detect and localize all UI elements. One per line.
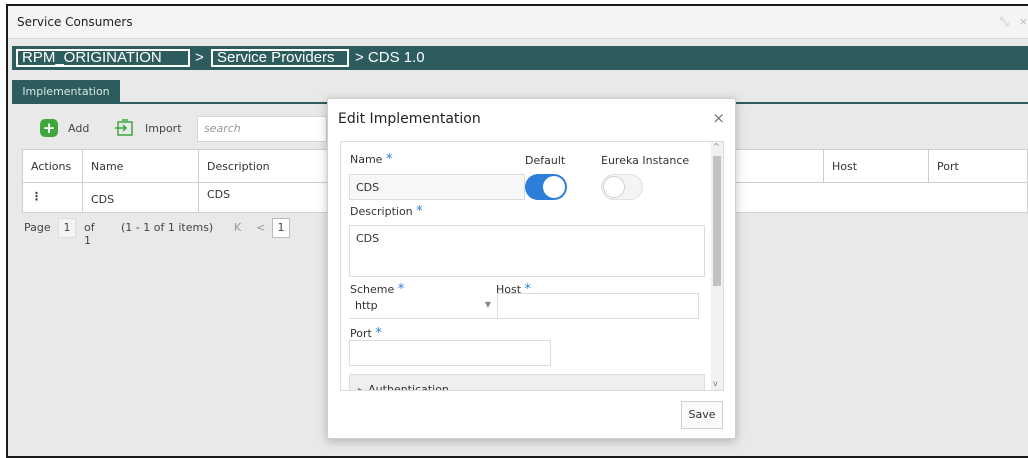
dialog-title: Edit Implementation [338, 111, 481, 127]
scroll-up-icon[interactable]: ^ [713, 142, 720, 151]
authentication-section[interactable]: ▶ Authentication [349, 374, 705, 391]
breadcrumb-current: > CDS 1.0 [355, 49, 425, 66]
first-page-icon[interactable]: K [234, 221, 241, 234]
eureka-instance-label: Eureka Instance [601, 154, 690, 167]
host-field[interactable] [497, 293, 699, 319]
scheme-select[interactable]: http ▼ [349, 293, 497, 319]
import-icon [115, 119, 133, 136]
scheme-value: http [355, 299, 378, 312]
add-button[interactable]: + Add [40, 119, 89, 137]
caret-right-icon: ▶ [358, 386, 365, 391]
breadcrumb: RPM_ORIGINATION > Service Providers > CD… [12, 46, 1028, 70]
import-label: Import [145, 121, 182, 135]
service-consumers-window: Service Consumers ⤡ × RPM_ORIGINATION > S… [6, 4, 1028, 458]
window-title: Service Consumers [17, 15, 133, 29]
description-label: Description * [350, 204, 423, 219]
description-field[interactable]: CDS [349, 225, 705, 277]
breadcrumb-root[interactable]: RPM_ORIGINATION [16, 49, 190, 67]
name-field[interactable]: CDS [349, 174, 525, 200]
breadcrumb-separator: > [195, 49, 204, 66]
edit-implementation-dialog: Edit Implementation × Name * CDS Default… [327, 98, 736, 439]
plus-icon: + [40, 119, 58, 137]
page-button-1[interactable]: 1 [272, 218, 290, 238]
page-number-input[interactable]: 1 [58, 218, 76, 238]
add-label: Add [68, 121, 90, 135]
close-icon[interactable]: × [1019, 15, 1028, 28]
window-controls: ⤡ × [1000, 15, 1028, 29]
dialog-body: Name * CDS Default Eureka Instance Descr… [340, 141, 724, 391]
name-label: Name * [350, 152, 393, 167]
port-label: Port * [350, 326, 382, 341]
column-header-host[interactable]: Host [823, 150, 929, 182]
page-label: Page [24, 221, 51, 234]
minimize-icon[interactable]: ⤡ [1000, 15, 1009, 28]
page-range: (1 - 1 of 1 items) [121, 221, 214, 234]
tab-implementation[interactable]: Implementation [12, 80, 120, 104]
toggle-knob [543, 176, 565, 198]
row-actions-menu[interactable]: ⋮ [23, 183, 83, 212]
port-field[interactable] [349, 340, 551, 366]
scrollbar-thumb[interactable] [713, 156, 721, 286]
default-label: Default [525, 154, 566, 167]
authentication-label: Authentication [368, 383, 449, 391]
prev-page-icon[interactable]: < [256, 221, 265, 234]
window-titlebar: Service Consumers ⤡ × [8, 6, 1028, 39]
column-header-actions[interactable]: Actions [23, 150, 83, 182]
toggle-knob [603, 176, 625, 198]
page-of: of 1 [84, 221, 95, 247]
eureka-instance-toggle[interactable] [601, 174, 643, 200]
dialog-scrollbar[interactable]: ^ v [711, 142, 723, 390]
column-header-name[interactable]: Name [83, 150, 199, 182]
breadcrumb-service-providers[interactable]: Service Providers [211, 49, 349, 67]
chevron-down-icon: ▼ [484, 300, 491, 309]
row-name: CDS [83, 183, 199, 212]
save-button[interactable]: Save [681, 401, 723, 429]
default-toggle[interactable] [525, 174, 567, 200]
search-input[interactable]: search [197, 116, 327, 142]
column-header-port[interactable]: Port [929, 150, 1028, 182]
scroll-down-icon[interactable]: v [713, 379, 718, 388]
close-icon[interactable]: × [712, 109, 725, 127]
import-button[interactable]: Import [115, 119, 182, 137]
